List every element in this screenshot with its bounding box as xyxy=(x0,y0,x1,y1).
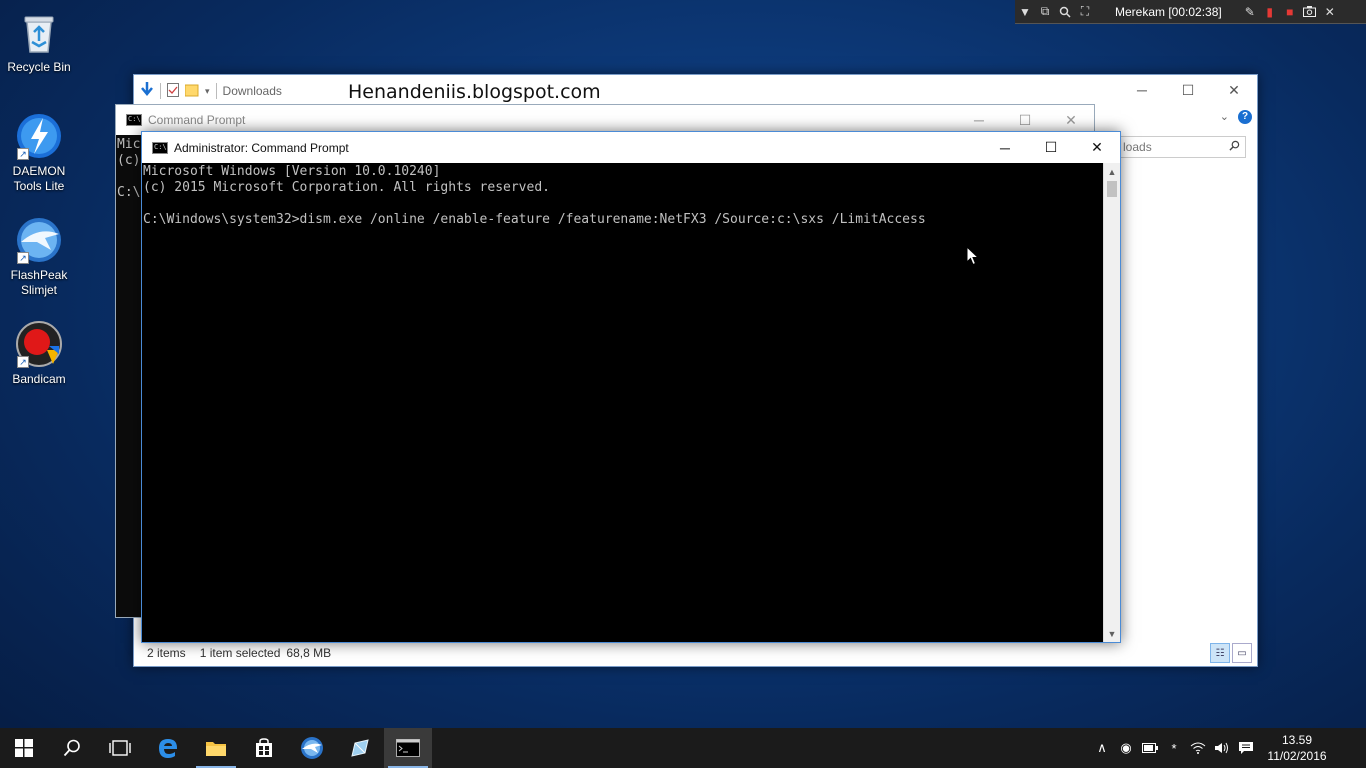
details-view-icon[interactable]: ☷ xyxy=(1210,643,1230,663)
window-title: Administrator: Command Prompt xyxy=(174,140,349,155)
maximize-button[interactable]: ☐ xyxy=(1165,75,1211,105)
close-button[interactable]: ✕ xyxy=(1211,75,1257,105)
scroll-up-icon[interactable]: ▲ xyxy=(1104,163,1120,180)
scroll-down-icon[interactable]: ▼ xyxy=(1104,625,1120,642)
search-icon xyxy=(63,739,80,757)
minimize-button[interactable]: ─ xyxy=(1119,75,1165,105)
desktop-icon-bandicam[interactable]: ↗ Bandicam xyxy=(4,320,74,387)
divider xyxy=(215,83,217,99)
bandicam-icon: ↗ xyxy=(15,320,63,368)
cmd-window-admin[interactable]: C:\ Administrator: Command Prompt ─ ☐ ✕ … xyxy=(141,131,1121,643)
slimjet-icon xyxy=(301,737,323,759)
divider xyxy=(160,83,161,99)
battery-icon[interactable] xyxy=(1138,743,1162,753)
help-icon[interactable]: ? xyxy=(1238,110,1252,124)
camera-icon[interactable] xyxy=(1300,2,1320,22)
task-view-icon xyxy=(109,740,131,756)
desktop-icon-label: Recycle Bin xyxy=(7,60,71,74)
mouse-cursor-icon xyxy=(966,245,980,269)
pencil-icon[interactable]: ✎ xyxy=(1240,2,1260,22)
shortcut-arrow-icon: ↗ xyxy=(17,252,29,264)
large-icons-view-icon[interactable]: ▭ xyxy=(1232,643,1252,663)
wifi-icon[interactable] xyxy=(1186,742,1210,754)
taskbar-command-prompt[interactable] xyxy=(384,728,432,768)
search-placeholder: loads xyxy=(1123,140,1152,154)
task-view-button[interactable] xyxy=(96,728,144,768)
clock-time: 13.59 xyxy=(1281,733,1313,747)
store-icon xyxy=(256,738,272,757)
daemon-tools-icon: ↗ xyxy=(15,112,63,160)
notification-icon[interactable] xyxy=(1234,741,1258,755)
system-tray: ∧ ◉ * 13.59 11/02/2016 xyxy=(1090,728,1366,768)
console-area[interactable]: Microsoft Windows [Version 10.0.10240] (… xyxy=(142,163,1104,642)
selection-count: 1 item selected xyxy=(199,646,281,660)
expand-ribbon-icon[interactable]: ⌄ xyxy=(1220,110,1229,123)
search-input[interactable]: loads xyxy=(1119,136,1246,158)
title-bar: C:\ Administrator: Command Prompt ─ ☐ ✕ xyxy=(142,132,1120,163)
shortcut-arrow-icon: ↗ xyxy=(17,356,29,368)
recording-status: Merekam [00:02:38] xyxy=(1115,4,1222,19)
new-folder-icon[interactable] xyxy=(184,83,199,100)
desktop-icon-daemon-tools[interactable]: ↗ DAEMON Tools Lite xyxy=(4,112,74,194)
start-button[interactable] xyxy=(0,728,48,768)
taskbar-slimjet[interactable] xyxy=(288,728,336,768)
taskbar: ∧ ◉ * 13.59 11/02/2016 xyxy=(0,728,1366,768)
taskbar-edge[interactable] xyxy=(144,728,192,768)
taskbar-file-explorer[interactable] xyxy=(192,728,240,768)
chevron-up-icon[interactable]: ∧ xyxy=(1090,740,1114,756)
pause-icon[interactable]: ▮ xyxy=(1260,2,1280,22)
download-arrow-icon[interactable] xyxy=(140,81,154,101)
desktop-icon-recycle-bin[interactable]: Recycle Bin xyxy=(4,8,74,75)
close-button[interactable]: ✕ xyxy=(1074,132,1120,163)
shortcut-arrow-icon: ↗ xyxy=(17,148,29,160)
close-icon[interactable]: ✕ xyxy=(1320,2,1340,22)
console-output: Microsoft Windows [Version 10.0.10240] (… xyxy=(143,164,926,227)
search-button[interactable] xyxy=(48,728,96,768)
quick-access-toolbar: ▾ Downloads xyxy=(140,81,282,101)
status-bar: 2 items 1 item selected 68,8 MB xyxy=(134,640,1257,666)
maximize-button[interactable]: ☐ xyxy=(1028,132,1074,163)
desktop-icon-label: Bandicam xyxy=(12,372,66,386)
desktop-icon-label: FlashPeak Slimjet xyxy=(10,268,68,297)
cmd-icon: C:\ xyxy=(152,141,168,154)
taskbar-app[interactable] xyxy=(336,728,384,768)
properties-icon[interactable] xyxy=(167,82,179,100)
minimize-button[interactable]: ─ xyxy=(982,132,1028,163)
item-count: 2 items xyxy=(147,646,186,660)
windows-logo-icon xyxy=(15,739,33,757)
pencil-app-icon xyxy=(351,739,369,757)
watermark-text: Henandeniis.blogspot.com xyxy=(348,81,601,103)
window-title: Command Prompt xyxy=(148,113,246,127)
customize-qat-icon[interactable]: ▾ xyxy=(205,86,210,97)
edge-icon xyxy=(159,739,177,758)
vertical-scrollbar[interactable]: ▲ ▼ xyxy=(1103,163,1120,642)
recorder-toolbar: ▼ ⧉ ⛶ Merekam [00:02:38] ✎ ▮ ■ ✕ xyxy=(1015,0,1366,24)
scroll-thumb[interactable] xyxy=(1107,181,1117,197)
volume-icon[interactable] xyxy=(1210,742,1234,754)
search-icon xyxy=(1229,137,1240,157)
recycle-bin-icon xyxy=(15,8,63,56)
zoom-icon[interactable] xyxy=(1055,2,1075,22)
folder-icon xyxy=(206,742,226,756)
clock-date: 11/02/2016 xyxy=(1267,749,1327,763)
media-icon[interactable]: ◉ xyxy=(1114,740,1138,756)
window-title: Downloads xyxy=(222,84,282,98)
taskbar-store[interactable] xyxy=(240,728,288,768)
dropdown-icon[interactable]: ▼ xyxy=(1015,2,1035,22)
slimjet-icon: ↗ xyxy=(15,216,63,264)
region-icon[interactable]: ⛶ xyxy=(1075,2,1095,22)
desktop-icon-label: DAEMON Tools Lite xyxy=(12,164,66,193)
system-clock[interactable]: 13.59 11/02/2016 xyxy=(1258,732,1336,764)
stop-icon[interactable]: ■ xyxy=(1280,2,1300,22)
selection-size: 68,8 MB xyxy=(286,646,332,660)
bluetooth-icon[interactable]: * xyxy=(1162,741,1186,756)
desktop-icon-slimjet[interactable]: ↗ FlashPeak Slimjet xyxy=(4,216,74,298)
window-mode-icon[interactable]: ⧉ xyxy=(1035,2,1055,22)
cmd-icon: C:\ xyxy=(126,114,142,126)
cmd-icon xyxy=(396,739,420,757)
